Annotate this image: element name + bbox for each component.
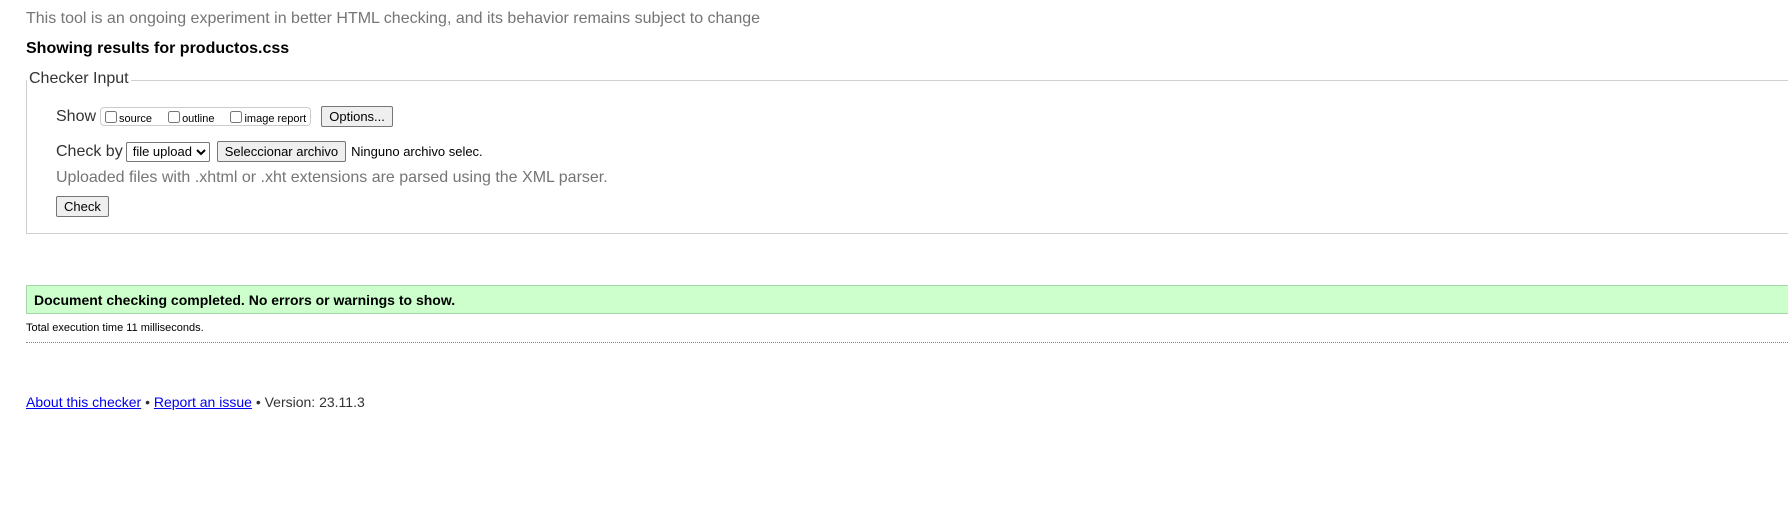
checker-page: This tool is an ongoing experiment in be…: [0, 0, 1788, 528]
show-outline-label: outline: [182, 112, 215, 125]
xml-parser-note: Uploaded files with .xhtml or .xht exten…: [56, 169, 608, 186]
show-source-label: source: [119, 112, 153, 125]
results-divider: [26, 342, 1788, 343]
options-button[interactable]: Options...: [321, 106, 393, 127]
show-image-report-label: image report: [244, 112, 307, 125]
show-options-group: source outline image report: [100, 107, 312, 126]
check-by-label: Check by: [56, 142, 123, 160]
show-image-report-option[interactable]: image report: [228, 110, 307, 125]
show-image-report-checkbox[interactable]: [230, 110, 243, 123]
check-by-select[interactable]: file upload: [125, 141, 210, 162]
show-row: Show source outline image report Options…: [56, 106, 393, 127]
show-source-checkbox[interactable]: [105, 110, 118, 123]
footer: About this checker • Report an issue • V…: [26, 394, 365, 410]
choose-file-button[interactable]: Seleccionar archivo: [216, 141, 347, 162]
show-outline-option[interactable]: outline: [166, 110, 215, 125]
version-text: Version: 23.11.3: [264, 394, 365, 410]
footer-separator: •: [255, 394, 261, 410]
check-button[interactable]: Check: [56, 196, 109, 217]
show-outline-checkbox[interactable]: [168, 110, 181, 123]
execution-time: Total execution time 11 milliseconds.: [26, 322, 204, 334]
show-label: Show: [56, 107, 97, 125]
footer-separator: •: [145, 394, 150, 410]
checker-input-legend: Checker Input: [27, 70, 131, 88]
file-status: Ninguno archivo selec.: [351, 144, 483, 159]
report-issue-link[interactable]: Report an issue: [154, 394, 252, 410]
success-message: Document checking completed. No errors o…: [26, 285, 1788, 314]
results-heading: Showing results for productos.css: [26, 40, 290, 57]
experiment-notice: This tool is an ongoing experiment in be…: [26, 10, 761, 27]
show-source-option[interactable]: source: [103, 110, 153, 125]
about-checker-link[interactable]: About this checker: [26, 394, 141, 410]
check-by-row: Check by file upload Seleccionar archivo…: [56, 141, 483, 162]
